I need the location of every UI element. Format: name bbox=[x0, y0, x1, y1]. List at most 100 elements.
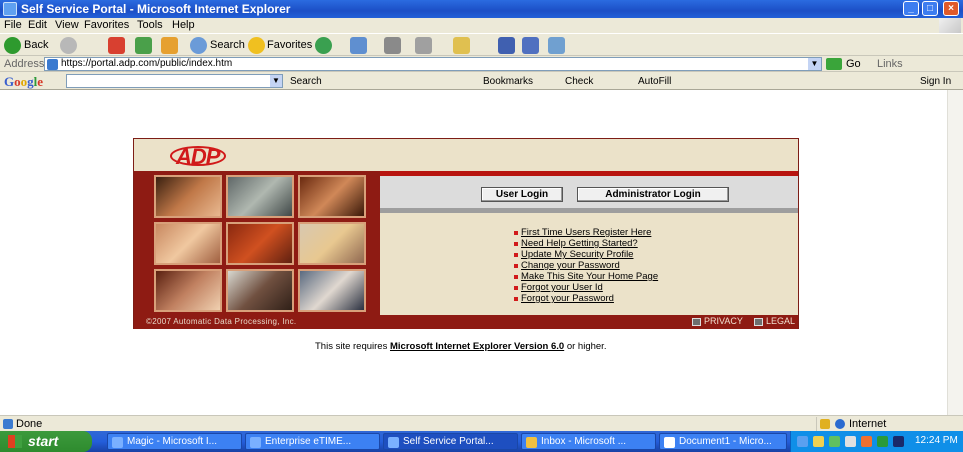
menu-bar: File Edit View Favorites Tools Help bbox=[0, 18, 963, 33]
browser-requirement-text: This site requires Microsoft Internet Ex… bbox=[315, 341, 607, 352]
security-zone: Internet bbox=[816, 417, 963, 431]
folder-icon[interactable] bbox=[453, 37, 470, 54]
photo-tile bbox=[154, 175, 222, 218]
tray-icon[interactable] bbox=[813, 436, 824, 447]
portal-panel: ADP User Login Administrator Login First… bbox=[133, 138, 799, 329]
lock-icon bbox=[820, 419, 830, 429]
privacy-link[interactable]: PRIVACY bbox=[692, 316, 743, 326]
ie-icon bbox=[388, 437, 399, 448]
favorites-label[interactable]: Favorites bbox=[267, 39, 312, 51]
taskbar-item[interactable]: Document1 - Micro... bbox=[659, 433, 787, 450]
tray-icon[interactable] bbox=[861, 436, 872, 447]
ie-icon bbox=[3, 2, 17, 16]
window-titlebar: Self Service Portal - Microsoft Internet… bbox=[0, 0, 963, 18]
google-toolbar: Google ▼ Search Bookmarks Check AutoFill… bbox=[0, 71, 963, 90]
close-button[interactable]: × bbox=[943, 1, 959, 16]
getting-started-link[interactable]: Need Help Getting Started? bbox=[521, 238, 638, 249]
address-input[interactable]: https://portal.adp.com/public/index.htm … bbox=[44, 57, 822, 71]
spell-check-button[interactable]: Check bbox=[565, 76, 593, 87]
research-icon[interactable] bbox=[522, 37, 539, 54]
menu-favorites[interactable]: Favorites bbox=[84, 19, 129, 31]
media-icon[interactable] bbox=[548, 37, 565, 54]
standard-toolbar: Back Search Favorites bbox=[0, 33, 963, 55]
tray-icon[interactable] bbox=[893, 436, 904, 447]
copyright-text: ©2007 Automatic Data Processing, Inc. bbox=[146, 317, 297, 326]
menu-file[interactable]: File bbox=[4, 19, 22, 31]
minimize-button[interactable]: _ bbox=[903, 1, 919, 16]
arrow-icon bbox=[754, 317, 763, 326]
taskbar-item[interactable]: Magic - Microsoft I... bbox=[107, 433, 242, 450]
window-title: Self Service Portal - Microsoft Internet… bbox=[21, 2, 291, 16]
tray-icon[interactable] bbox=[829, 436, 840, 447]
back-arrow-icon[interactable] bbox=[4, 37, 21, 54]
user-login-button[interactable]: User Login bbox=[481, 187, 563, 202]
windows-taskbar: start Magic - Microsoft I... Enterprise … bbox=[0, 431, 963, 452]
history-icon[interactable] bbox=[315, 37, 332, 54]
page-icon bbox=[3, 419, 13, 429]
taskbar-item[interactable]: Inbox - Microsoft ... bbox=[521, 433, 656, 450]
address-url[interactable]: https://portal.adp.com/public/index.htm bbox=[61, 58, 232, 69]
login-area: User Login Administrator Login bbox=[380, 176, 798, 208]
go-button[interactable]: Go bbox=[846, 58, 861, 70]
taskbar-item-active[interactable]: Self Service Portal... bbox=[383, 433, 518, 450]
arrow-icon bbox=[692, 317, 701, 326]
sign-in-button[interactable]: Sign In bbox=[920, 76, 951, 87]
vertical-scrollbar[interactable] bbox=[947, 90, 963, 415]
page-icon bbox=[47, 59, 58, 70]
forgot-password-link[interactable]: Forgot your Password bbox=[521, 293, 614, 304]
forward-arrow-icon[interactable] bbox=[60, 37, 77, 54]
portal-header: ADP bbox=[134, 139, 798, 171]
security-profile-link[interactable]: Update My Security Profile bbox=[521, 249, 633, 260]
photo-collage bbox=[134, 171, 380, 315]
word-icon bbox=[664, 437, 675, 448]
photo-tile bbox=[154, 269, 222, 312]
photo-tile bbox=[298, 222, 366, 265]
outlook-icon bbox=[526, 437, 537, 448]
autofill-button[interactable]: AutoFill bbox=[638, 76, 671, 87]
google-search-button[interactable]: Search bbox=[290, 76, 322, 87]
home-icon[interactable] bbox=[161, 37, 178, 54]
administrator-login-button[interactable]: Administrator Login bbox=[577, 187, 729, 202]
back-label[interactable]: Back bbox=[24, 39, 48, 51]
refresh-icon[interactable] bbox=[135, 37, 152, 54]
chevron-down-icon[interactable]: ▼ bbox=[270, 75, 282, 87]
status-text: Done bbox=[16, 418, 43, 430]
status-bar: Done Internet bbox=[0, 415, 963, 431]
tray-icon[interactable] bbox=[845, 436, 856, 447]
go-arrow-icon[interactable] bbox=[826, 58, 842, 70]
home-page-link[interactable]: Make This Site Your Home Page bbox=[521, 271, 658, 282]
change-password-link[interactable]: Change your Password bbox=[521, 260, 620, 271]
menu-edit[interactable]: Edit bbox=[28, 19, 47, 31]
register-link[interactable]: First Time Users Register Here bbox=[521, 227, 651, 238]
legal-link[interactable]: LEGAL bbox=[754, 316, 795, 326]
ie-version-link[interactable]: Microsoft Internet Explorer Version 6.0 bbox=[390, 341, 564, 352]
windows-logo-icon bbox=[939, 18, 961, 33]
forgot-user-id-link[interactable]: Forgot your User Id bbox=[521, 282, 603, 293]
links-button[interactable]: Links bbox=[877, 58, 903, 70]
tray-icon[interactable] bbox=[797, 436, 808, 447]
favorites-star-icon[interactable] bbox=[248, 37, 265, 54]
bookmarks-button[interactable]: Bookmarks bbox=[483, 76, 533, 87]
google-search-input[interactable] bbox=[66, 74, 283, 88]
start-button[interactable]: start bbox=[0, 431, 92, 452]
page-content: ADP User Login Administrator Login First… bbox=[0, 90, 947, 415]
mail-icon[interactable] bbox=[350, 37, 367, 54]
taskbar-item[interactable]: Enterprise eTIME... bbox=[245, 433, 380, 450]
menu-view[interactable]: View bbox=[55, 19, 79, 31]
google-logo[interactable]: Google bbox=[4, 74, 43, 90]
zone-label: Internet bbox=[849, 418, 887, 430]
menu-tools[interactable]: Tools bbox=[137, 19, 163, 31]
messenger-icon[interactable] bbox=[498, 37, 515, 54]
photo-tile bbox=[226, 175, 294, 218]
search-icon[interactable] bbox=[190, 37, 207, 54]
chevron-down-icon[interactable]: ▼ bbox=[808, 58, 821, 70]
maximize-button[interactable]: □ bbox=[922, 1, 938, 16]
portal-footer: ©2007 Automatic Data Processing, Inc. PR… bbox=[134, 315, 798, 329]
photo-tile bbox=[298, 269, 366, 312]
menu-help[interactable]: Help bbox=[172, 19, 195, 31]
edit-icon[interactable] bbox=[415, 37, 432, 54]
stop-icon[interactable] bbox=[108, 37, 125, 54]
print-icon[interactable] bbox=[384, 37, 401, 54]
search-label[interactable]: Search bbox=[210, 39, 245, 51]
tray-icon[interactable] bbox=[877, 436, 888, 447]
